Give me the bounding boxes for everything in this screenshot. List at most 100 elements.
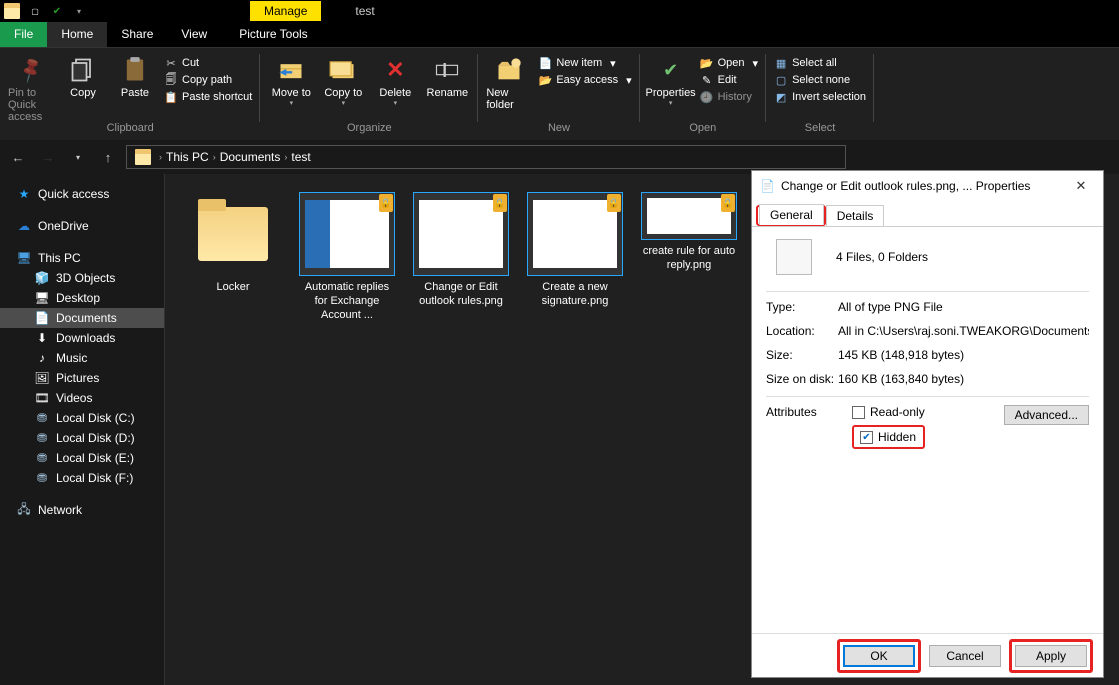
- file-item-png[interactable]: 🔒 Create a new signature.png: [525, 192, 625, 309]
- crumb-documents[interactable]: Documents: [220, 150, 281, 164]
- sidebar-item-3d-objects[interactable]: 🧊3D Objects: [0, 268, 164, 288]
- chevron-right-icon[interactable]: ›: [159, 152, 162, 162]
- address-folder-icon: [135, 149, 151, 165]
- crumb-test[interactable]: test: [291, 150, 310, 164]
- move-to-button[interactable]: Move to▾: [268, 52, 314, 107]
- paste-shortcut-button[interactable]: 📋Paste shortcut: [164, 90, 252, 104]
- file-item-png[interactable]: 🔒 create rule for auto reply.png: [639, 192, 739, 273]
- copy-button[interactable]: Copy: [60, 52, 106, 99]
- tab-file[interactable]: File: [0, 22, 47, 47]
- open-button[interactable]: 📂Open▾: [700, 56, 758, 70]
- invert-selection-button[interactable]: ◩Invert selection: [774, 90, 866, 104]
- drive-icon: ⛃: [34, 471, 50, 485]
- cancel-button[interactable]: Cancel: [929, 645, 1001, 667]
- qat-customize-icon[interactable]: ▾: [68, 0, 90, 22]
- new-folder-button[interactable]: New folder: [486, 52, 532, 111]
- titlebar: ▢ ✔ ▾ Manage test: [0, 0, 1119, 22]
- sidebar-item-network[interactable]: 🖧Network: [0, 500, 164, 520]
- readonly-checkbox-row[interactable]: Read-only: [852, 405, 925, 419]
- cut-button[interactable]: ✂Cut: [164, 56, 252, 70]
- sidebar-item-onedrive[interactable]: ☁OneDrive: [0, 216, 164, 236]
- tab-share[interactable]: Share: [107, 22, 167, 47]
- new-item-icon: 📄: [538, 56, 552, 70]
- tab-details[interactable]: Details: [826, 205, 885, 226]
- crumb-this-pc[interactable]: This PC: [166, 150, 209, 164]
- file-item-png[interactable]: 🔒 Automatic replies for Exchange Account…: [297, 192, 397, 322]
- star-icon: ★: [16, 187, 32, 201]
- highlight-general-tab: General: [756, 205, 826, 226]
- tab-picture-tools[interactable]: Picture Tools: [191, 22, 321, 47]
- label-location: Location:: [766, 324, 838, 338]
- documents-icon: 📄: [34, 311, 50, 325]
- pin-to-quick-access-button[interactable]: 📌 Pin to Quick access: [8, 52, 54, 123]
- hidden-checkbox-row[interactable]: ✔ Hidden: [860, 430, 917, 444]
- copy-path-button[interactable]: 🗐Copy path: [164, 73, 252, 87]
- advanced-button[interactable]: Advanced...: [1004, 405, 1089, 425]
- ribbon-group-open: ✔ Properties▾ 📂Open▾ ✎Edit 🕘History Open: [640, 48, 766, 140]
- ok-button[interactable]: OK: [843, 645, 915, 667]
- value-size: 145 KB (148,918 bytes): [838, 348, 1089, 362]
- group-label-organize: Organize: [347, 122, 392, 134]
- sidebar-item-desktop[interactable]: 🖥Desktop: [0, 288, 164, 308]
- close-button[interactable]: ✕: [1067, 178, 1095, 194]
- sidebar-item-music[interactable]: ♪Music: [0, 348, 164, 368]
- nav-recent-button[interactable]: ▾: [66, 145, 90, 169]
- copy-to-button[interactable]: Copy to▾: [320, 52, 366, 107]
- sidebar-item-disk-f[interactable]: ⛃Local Disk (F:): [0, 468, 164, 488]
- dialog-titlebar[interactable]: 📄 Change or Edit outlook rules.png, ... …: [752, 171, 1103, 201]
- file-name-label: create rule for auto reply.png: [639, 245, 739, 273]
- highlight-hidden-checkbox: ✔ Hidden: [852, 425, 925, 449]
- file-name-label: Locker: [216, 281, 249, 295]
- sidebar-item-disk-e[interactable]: ⛃Local Disk (E:): [0, 448, 164, 468]
- value-size-on-disk: 160 KB (163,840 bytes): [838, 372, 1089, 386]
- window-title: test: [355, 4, 374, 18]
- nav-up-button[interactable]: ↑: [96, 145, 120, 169]
- easy-access-button[interactable]: 📂Easy access▾: [538, 73, 631, 87]
- file-item-folder[interactable]: Locker: [183, 192, 283, 295]
- chevron-right-icon[interactable]: ›: [284, 152, 287, 162]
- cut-icon: ✂: [164, 56, 178, 70]
- qat-newfolder-icon[interactable]: ✔: [46, 0, 68, 22]
- file-item-png[interactable]: 🔒 Change or Edit outlook rules.png: [411, 192, 511, 309]
- summary-text: 4 Files, 0 Folders: [836, 250, 928, 264]
- tab-home[interactable]: Home: [47, 22, 107, 47]
- select-none-button[interactable]: ▢Select none: [774, 73, 866, 87]
- sidebar-item-this-pc[interactable]: 🖥This PC: [0, 248, 164, 268]
- thumbnail: 🔒: [413, 192, 509, 276]
- address-bar[interactable]: › This PC › Documents › test: [126, 145, 846, 169]
- nav-forward-button[interactable]: →: [36, 145, 60, 169]
- edit-button[interactable]: ✎Edit: [700, 73, 758, 87]
- history-button[interactable]: 🕘History: [700, 90, 758, 104]
- rename-button[interactable]: Rename: [424, 52, 470, 99]
- chevron-right-icon[interactable]: ›: [213, 152, 216, 162]
- sidebar-item-videos[interactable]: 🎞Videos: [0, 388, 164, 408]
- delete-button[interactable]: ✕ Delete▾: [372, 52, 418, 107]
- copy-to-icon: [329, 56, 357, 84]
- context-tab-manage[interactable]: Manage: [250, 1, 321, 21]
- hidden-checkbox[interactable]: ✔: [860, 431, 873, 444]
- readonly-checkbox[interactable]: [852, 406, 865, 419]
- properties-dialog: 📄 Change or Edit outlook rules.png, ... …: [751, 170, 1104, 678]
- paste-shortcut-icon: 📋: [164, 90, 178, 104]
- sidebar-item-disk-d[interactable]: ⛃Local Disk (D:): [0, 428, 164, 448]
- paste-button[interactable]: Paste: [112, 52, 158, 99]
- sidebar-item-pictures[interactable]: 🖼Pictures: [0, 368, 164, 388]
- menu-tabs: File Home Share View Picture Tools: [0, 22, 1119, 48]
- sidebar-item-documents[interactable]: 📄Documents: [0, 308, 164, 328]
- apply-button[interactable]: Apply: [1015, 645, 1087, 667]
- highlight-ok-button: OK: [837, 639, 921, 673]
- select-all-button[interactable]: ▦Select all: [774, 56, 866, 70]
- thumbnail: 🔒: [527, 192, 623, 276]
- nav-back-button[interactable]: ←: [6, 145, 30, 169]
- lock-icon: 🔒: [493, 194, 507, 212]
- new-item-button[interactable]: 📄New item▾: [538, 56, 631, 70]
- tab-general[interactable]: General: [759, 204, 824, 225]
- copy-icon: [69, 56, 97, 84]
- sidebar-item-quick-access[interactable]: ★Quick access: [0, 184, 164, 204]
- sidebar-item-disk-c[interactable]: ⛃Local Disk (C:): [0, 408, 164, 428]
- label-size: Size:: [766, 348, 838, 362]
- cloud-icon: ☁: [16, 219, 32, 233]
- qat-properties-icon[interactable]: ▢: [24, 0, 46, 22]
- properties-button[interactable]: ✔ Properties▾: [648, 52, 694, 107]
- sidebar-item-downloads[interactable]: ⬇Downloads: [0, 328, 164, 348]
